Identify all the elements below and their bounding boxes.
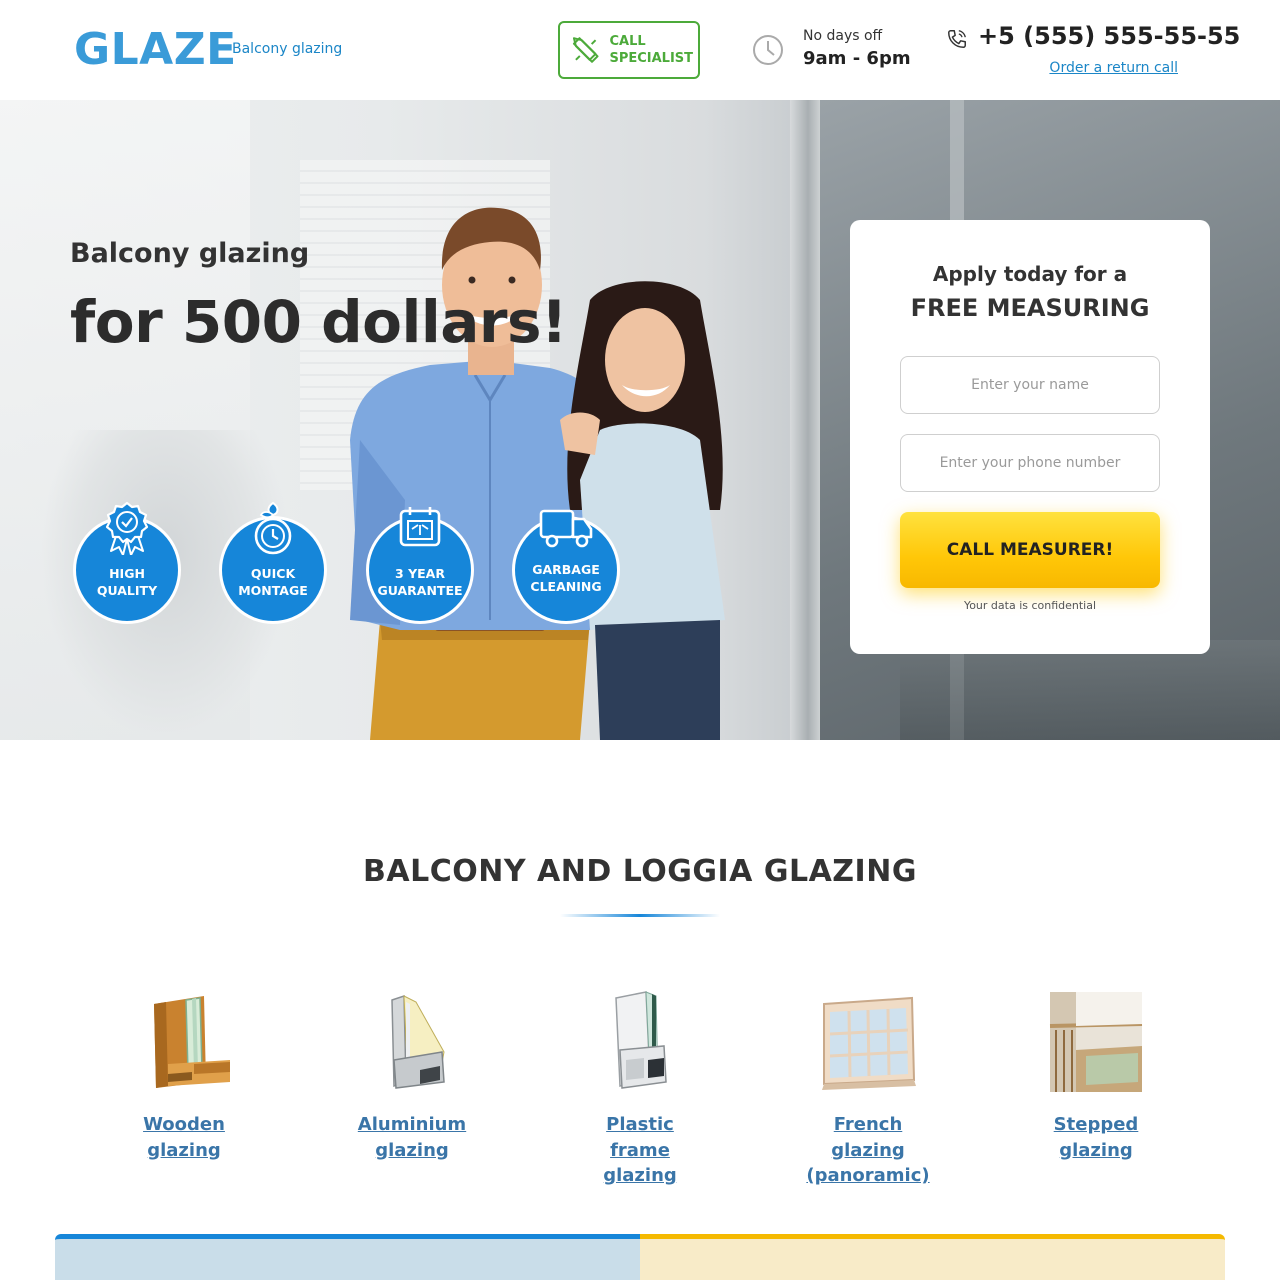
badge-label: QUICK MONTAGE (238, 566, 308, 598)
phone-input[interactable] (900, 434, 1160, 492)
award-ribbon-icon (105, 501, 149, 555)
phone-icon (948, 30, 966, 48)
product-label[interactable]: French glazing (panoramic) (754, 1112, 982, 1189)
truck-icon (539, 509, 593, 548)
product-plastic-frame-glazing[interactable]: Plastic frame glazing (526, 990, 754, 1189)
stepped-balcony-icon (1049, 992, 1143, 1092)
product-label[interactable]: Aluminium glazing (298, 1112, 526, 1163)
clock-icon (753, 35, 783, 65)
site-logo[interactable]: GLAZE (74, 24, 237, 75)
phone-number[interactable]: +5 (555) 555-55-55 (978, 22, 1240, 50)
site-tagline: Balcony glazing (232, 41, 343, 57)
product-french-glazing[interactable]: French glazing (panoramic) (754, 990, 982, 1189)
info-panel-yellow (640, 1234, 1225, 1280)
order-return-call-link[interactable]: Order a return call (1049, 60, 1178, 76)
badge-high-quality: HIGH QUALITY (73, 501, 181, 624)
info-panel-blue (55, 1234, 640, 1280)
hero-title: for 500 dollars! (70, 288, 567, 356)
badge-garbage-cleaning: GARBAGE CLEANING (512, 509, 620, 624)
badge-3-year-guarantee: 3 YEAR GUARANTEE (366, 507, 474, 624)
certificate-icon (399, 507, 441, 547)
site-header: GLAZE Balcony glazing CALL SPECIALIST No… (0, 0, 1280, 100)
product-wooden-glazing[interactable]: Wooden glazing (70, 990, 298, 1163)
product-label[interactable]: Plastic frame glazing (526, 1112, 754, 1189)
measuring-form-card: Apply today for a FREE MEASURING CALL ME… (850, 220, 1210, 654)
panoramic-window-icon (822, 996, 916, 1090)
badge-label: HIGH QUALITY (96, 566, 158, 598)
plastic-window-profile-icon (615, 991, 667, 1089)
badge-label: 3 YEAR GUARANTEE (377, 566, 463, 598)
product-aluminium-glazing[interactable]: Aluminium glazing (298, 990, 526, 1163)
product-label[interactable]: Wooden glazing (70, 1112, 298, 1163)
section-title: BALCONY AND LOGGIA GLAZING (363, 854, 917, 889)
badge-quick-montage: QUICK MONTAGE (219, 501, 327, 624)
product-stepped-glazing[interactable]: Stepped glazing (982, 990, 1210, 1163)
form-title-line2: FREE MEASURING (910, 294, 1150, 322)
section-divider (560, 914, 720, 917)
clock-icon (254, 501, 292, 555)
hero-subtitle: Balcony glazing (70, 238, 310, 269)
aluminium-window-profile-icon (391, 994, 445, 1089)
name-input[interactable] (900, 356, 1160, 414)
form-title-line1: Apply today for a (932, 262, 1128, 286)
hours-value: 9am - 6pm (803, 48, 911, 69)
call-measurer-button[interactable]: CALL MEASURER! (900, 512, 1160, 588)
call-specialist-label: CALL SPECIALIST (609, 34, 694, 66)
product-label[interactable]: Stepped glazing (982, 1112, 1210, 1163)
badge-label: GARBAGE CLEANING (530, 562, 602, 594)
ruler-pencil-icon (572, 37, 599, 63)
hero-background-table (900, 640, 1280, 740)
wooden-window-profile-icon (154, 996, 230, 1088)
confidential-note: Your data is confidential (963, 599, 1097, 612)
call-specialist-button[interactable]: CALL SPECIALIST (558, 21, 700, 79)
hours-label: No days off (803, 28, 883, 44)
